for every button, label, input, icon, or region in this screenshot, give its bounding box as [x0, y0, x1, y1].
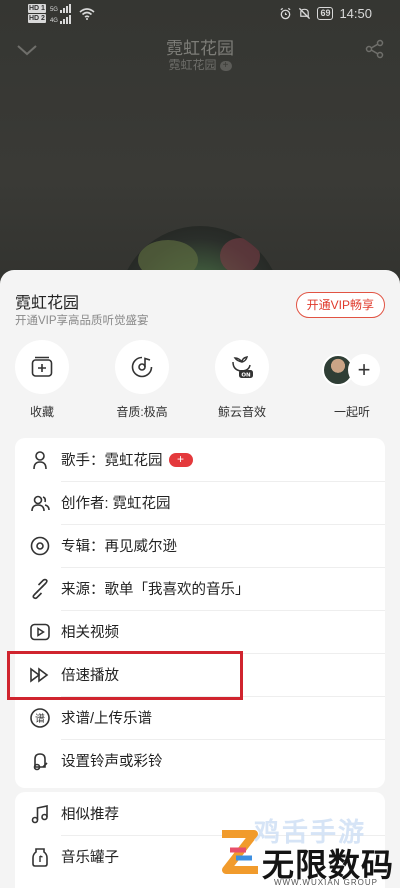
hd-badges: HD 1 HD 2 [28, 4, 46, 24]
wifi-icon [79, 8, 95, 20]
svg-text:谱: 谱 [35, 712, 45, 725]
highlight-annotation [7, 651, 243, 700]
creator-icon [29, 492, 51, 514]
quick-action-circle [15, 340, 69, 394]
audio-quality-icon [131, 356, 153, 378]
listen-together-button[interactable]: + 一起听 [316, 340, 388, 430]
player-artist-name: 霓虹花园 [168, 58, 217, 72]
hd-badge-1: HD 1 [28, 4, 46, 13]
vip-subscribe-button[interactable]: 开通VIP畅享 [295, 292, 385, 318]
watermark: 鸡舌手游 无限数码 WWW.WUXIAN GROUP [214, 808, 400, 888]
menu-item-source[interactable]: 来源：歌单「我喜欢的音乐」 [15, 567, 385, 610]
follow-singer-badge[interactable]: + [168, 452, 193, 467]
similar-icon [29, 803, 51, 825]
status-bar: HD 1 HD 2 5G 4G 69 14:50 [0, 0, 400, 28]
sound-effect-button[interactable]: ON 鲸云音效 [202, 340, 282, 420]
music-jar-icon [29, 846, 51, 868]
menu-item-label: 专辑：再见威尔逊 [61, 539, 177, 555]
quick-action-label: 音质:极高 [116, 405, 168, 419]
mute-icon [299, 7, 311, 20]
video-icon [29, 621, 51, 643]
quick-action-label: 一起听 [333, 405, 370, 419]
signal-icon: 5G 4G [50, 4, 71, 24]
song-options-list: 歌手：霓虹花园 + 创作者: 霓虹花园 专辑：再见威尔逊 来源：歌单「我喜欢的音… [15, 438, 385, 788]
sheet-song-title: 霓虹花园 [15, 295, 80, 312]
menu-item-label: 创作者: 霓虹花园 [61, 496, 171, 512]
menu-item-label: 相关视频 [61, 625, 119, 641]
player-artist[interactable]: 霓虹花园 + [0, 56, 400, 73]
follow-artist-icon[interactable]: + [219, 60, 232, 71]
svg-text:ON: ON [241, 372, 251, 378]
player-header: 霓虹花园 霓虹花园 + [0, 28, 400, 78]
singer-icon [29, 449, 51, 471]
song-menu-sheet: 霓虹花园 开通VIP享高品质听觉盛宴 开通VIP畅享 收藏 音质:极高 ON 鲸… [0, 270, 400, 888]
menu-item-label: 求谱/上传乐谱 [61, 711, 153, 727]
watermark-sub-text: WWW.WUXIAN GROUP [274, 878, 378, 887]
network-tag-1: 5G [49, 7, 58, 13]
quick-action-circle [115, 340, 169, 394]
hd-badge-2: HD 2 [28, 14, 46, 23]
battery-indicator: 69 [317, 7, 334, 20]
menu-item-label: 相似推荐 [61, 807, 119, 823]
quick-actions: 收藏 音质:极高 ON 鲸云音效 + 一起听 [0, 340, 400, 430]
status-right: 69 14:50 [279, 6, 372, 21]
menu-item-related-video[interactable]: 相关视频 [15, 610, 385, 653]
quick-action-label: 鲸云音效 [217, 405, 266, 419]
menu-item-label: 音乐罐子 [61, 850, 119, 866]
menu-item-label: 来源：歌单「我喜欢的音乐」 [61, 582, 250, 598]
menu-item-ringtone[interactable]: 设置铃声或彩铃 [15, 739, 385, 782]
audio-quality-button[interactable]: 音质:极高 [102, 340, 182, 420]
sheet-music-icon: 谱 [29, 707, 51, 729]
whale-sound-effect-icon: ON [232, 356, 253, 378]
source-link-icon [29, 578, 51, 600]
quick-action-label: 收藏 [29, 405, 54, 419]
network-tag-2: 4G [49, 18, 58, 24]
menu-item-label: 设置铃声或彩铃 [61, 754, 163, 770]
status-left: HD 1 HD 2 5G 4G [28, 4, 95, 24]
plus-icon: + [348, 354, 380, 386]
menu-item-label: 歌手：霓虹花园 [61, 453, 163, 469]
share-icon[interactable] [364, 38, 386, 60]
ringtone-icon [29, 750, 51, 772]
alarm-icon [280, 7, 291, 20]
menu-item-creator[interactable]: 创作者: 霓虹花园 [15, 481, 385, 524]
quick-action-circle: ON [215, 340, 269, 394]
collect-button[interactable]: 收藏 [2, 340, 82, 420]
menu-item-singer[interactable]: 歌手：霓虹花园 + [15, 438, 385, 481]
album-icon [29, 535, 51, 557]
menu-item-sheet-music[interactable]: 谱 求谱/上传乐谱 [15, 696, 385, 739]
menu-item-album[interactable]: 专辑：再见威尔逊 [15, 524, 385, 567]
clock: 14:50 [339, 6, 372, 21]
sheet-vip-promo: 开通VIP享高品质听觉盛宴 [15, 315, 149, 327]
add-to-playlist-icon [31, 356, 53, 377]
